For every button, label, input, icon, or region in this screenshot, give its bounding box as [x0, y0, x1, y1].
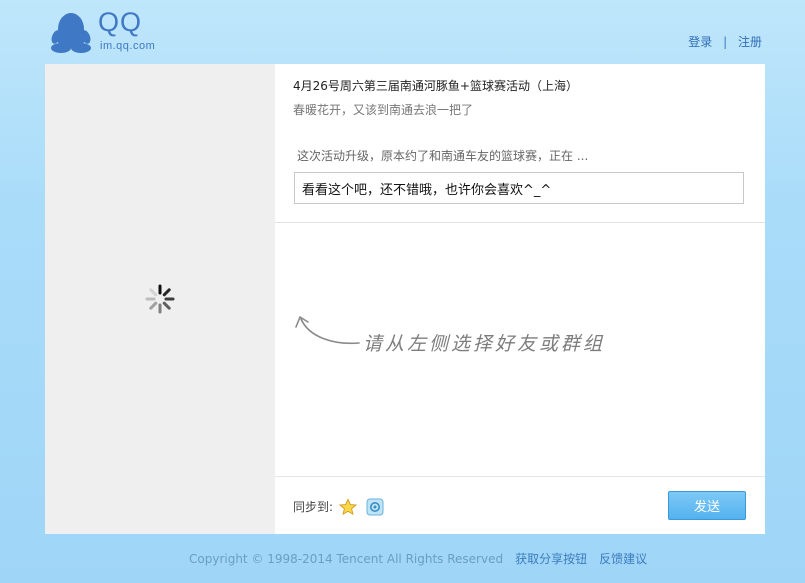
share-summary: 这次活动升级，原本约了和南通车友的篮球赛，正在 ... — [297, 149, 589, 163]
copyright-text: Copyright © 1998-2014 Tencent All Rights… — [189, 552, 504, 566]
loading-spinner-icon — [145, 284, 175, 314]
star-icon[interactable] — [339, 498, 357, 516]
send-button[interactable]: 发送 — [668, 491, 746, 520]
select-hint-text: 请从左侧选择好友或群组 — [363, 333, 606, 355]
share-message-input[interactable] — [294, 172, 744, 204]
friend-list-pane[interactable] — [45, 64, 275, 534]
share-preview-card: 4月26号周六第三届南通河豚鱼+篮球赛活动（上海） 春暖花开，又该到南通去浪一把… — [275, 64, 765, 223]
feedback-link[interactable]: 反馈建议 — [599, 552, 647, 566]
qq-penguin-icon — [51, 13, 91, 53]
curved-arrow-icon — [295, 316, 360, 345]
recipient-select-area: 请从左侧选择好友或群组 — [275, 223, 765, 476]
qq-logo[interactable]: QQ im.qq.com — [49, 7, 164, 55]
select-hint: 请从左侧选择好友或群组 — [293, 307, 602, 355]
share-panel: 4月26号周六第三届南通河豚鱼+篮球赛活动（上海） 春暖花开，又该到南通去浪一把… — [45, 64, 765, 534]
share-title: 4月26号周六第三届南通河豚鱼+篮球赛活动（上海） — [293, 79, 578, 93]
page-footer: Copyright © 1998-2014 Tencent All Rights… — [189, 550, 647, 567]
get-share-button-link[interactable]: 获取分享按钮 — [515, 552, 587, 566]
sync-label: 同步到: — [293, 500, 334, 514]
register-link[interactable]: 注册 — [738, 35, 762, 49]
link-separator: | — [723, 35, 728, 49]
logo-name: QQ — [98, 7, 143, 37]
account-links: 登录 | 注册 — [688, 33, 762, 50]
logo-url: im.qq.com — [100, 40, 156, 52]
login-link[interactable]: 登录 — [688, 35, 712, 49]
share-subtitle: 春暖花开，又该到南通去浪一把了 — [293, 103, 474, 117]
send-bar: 同步到: 发送 — [275, 476, 765, 535]
qzone-icon[interactable] — [366, 498, 384, 516]
